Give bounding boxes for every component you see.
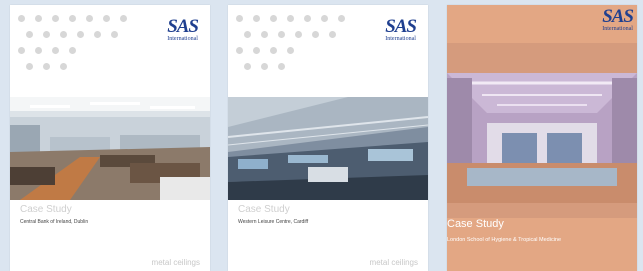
- dot: [295, 31, 302, 38]
- category-label: metal ceilings: [369, 258, 418, 267]
- dot: [43, 31, 50, 38]
- dot: [261, 63, 268, 70]
- logo-mark: SAS: [602, 6, 634, 27]
- sas-logo: SAS International: [385, 16, 417, 43]
- case-study-card-3[interactable]: SAS International Case Study London Scho…: [447, 5, 637, 271]
- dot: [304, 15, 311, 22]
- dot: [111, 31, 118, 38]
- dot: [120, 15, 127, 22]
- logo-mark: SAS: [167, 16, 199, 37]
- dot: [321, 15, 328, 22]
- dot: [35, 15, 42, 22]
- dot: [278, 63, 285, 70]
- dot-pattern: [236, 15, 366, 90]
- dot: [35, 47, 42, 54]
- dot: [253, 47, 260, 54]
- case-study-location: Western Leisure Centre, Cardiff: [238, 219, 309, 225]
- case-study-location: London School of Hygiene & Tropical Medi…: [447, 237, 562, 243]
- dot: [261, 31, 268, 38]
- dot: [52, 47, 59, 54]
- atrium-photo: [447, 43, 637, 218]
- dot: [26, 63, 33, 70]
- logo-subtext: International: [167, 36, 198, 42]
- dot-pattern: [18, 15, 148, 90]
- dot: [60, 63, 67, 70]
- dot: [43, 63, 50, 70]
- dot: [236, 47, 243, 54]
- office-interior-photo: [10, 97, 210, 200]
- sas-logo: SAS International: [167, 16, 199, 43]
- case-study-label: Case Study: [20, 204, 72, 215]
- category-label: metal ceilings: [151, 258, 200, 267]
- dot: [60, 31, 67, 38]
- dot: [278, 31, 285, 38]
- logo-subtext: International: [385, 36, 416, 42]
- dot: [69, 47, 76, 54]
- dot: [94, 31, 101, 38]
- dot: [69, 15, 76, 22]
- dot: [18, 15, 25, 22]
- dot: [270, 15, 277, 22]
- dot: [338, 15, 345, 22]
- dot: [287, 47, 294, 54]
- case-study-location: Central Bank of Ireland, Dublin: [20, 219, 89, 225]
- case-study-label: Case Study: [447, 218, 504, 230]
- dot: [244, 31, 251, 38]
- dot: [312, 31, 319, 38]
- dot: [236, 15, 243, 22]
- dot: [287, 15, 294, 22]
- sas-logo: SAS International: [602, 6, 634, 33]
- dot: [26, 31, 33, 38]
- case-study-label: Case Study: [238, 204, 290, 215]
- dot: [52, 15, 59, 22]
- dot: [270, 47, 277, 54]
- dot: [244, 63, 251, 70]
- logo-mark: SAS: [385, 16, 417, 37]
- logo-subtext: International: [602, 26, 633, 32]
- dot: [103, 15, 110, 22]
- dot: [18, 47, 25, 54]
- dot: [253, 15, 260, 22]
- dot: [77, 31, 84, 38]
- case-study-card-1[interactable]: SAS International Case Study Central Ban…: [10, 5, 210, 271]
- leisure-centre-photo: [228, 97, 428, 200]
- dot: [86, 15, 93, 22]
- case-study-card-2[interactable]: SAS International Case Study Western Lei…: [228, 5, 428, 271]
- dot: [329, 31, 336, 38]
